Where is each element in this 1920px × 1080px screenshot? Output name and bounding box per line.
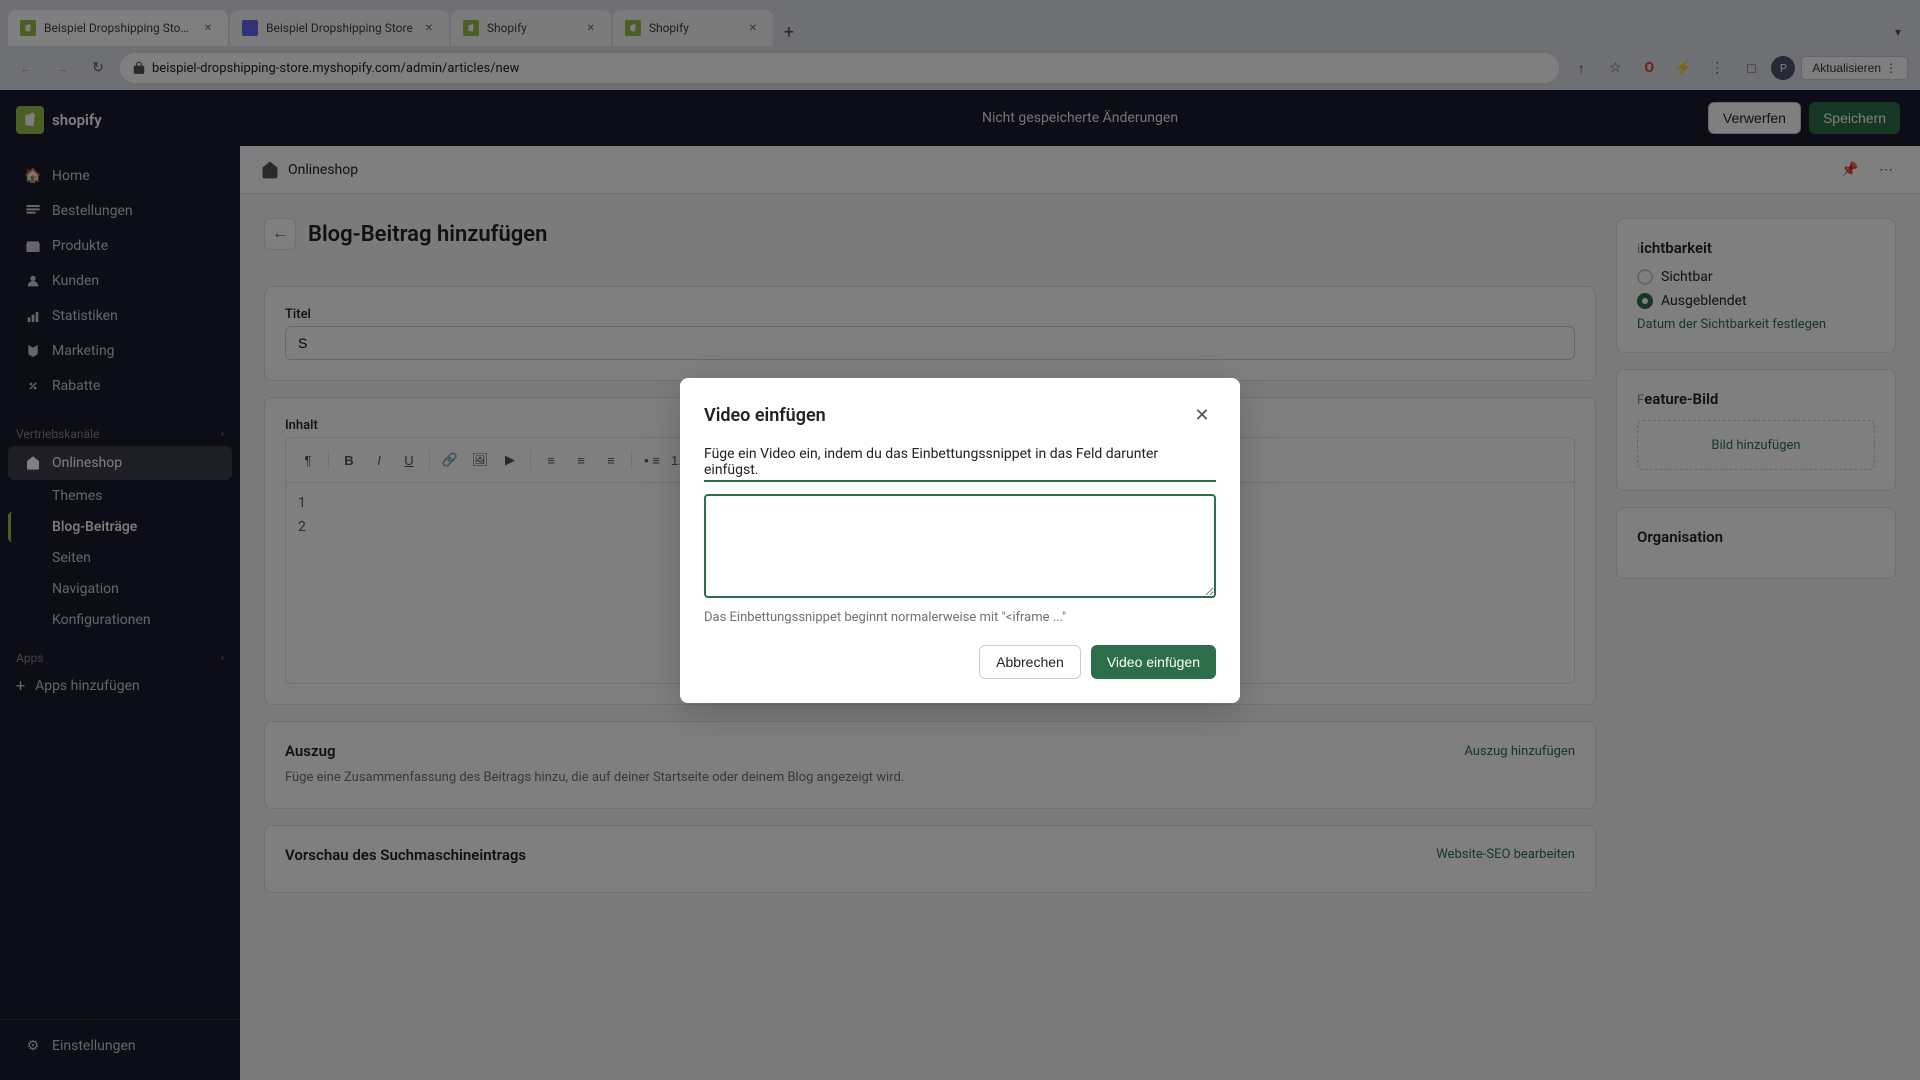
modal-close-button[interactable]: ✕ <box>1188 402 1216 430</box>
modal-insert-button[interactable]: Video einfügen <box>1091 645 1216 679</box>
modal-header: Video einfügen ✕ <box>704 402 1216 430</box>
modal-embed-textarea[interactable] <box>704 494 1216 598</box>
modal-cancel-button[interactable]: Abbrechen <box>979 645 1081 679</box>
modal-description: Füge ein Video ein, indem du das Einbett… <box>704 446 1216 482</box>
modal-title: Video einfügen <box>704 405 826 426</box>
modal-hint: Das Einbettungssnippet beginnt normalerw… <box>704 610 1216 625</box>
modal-overlay: Video einfügen ✕ Füge ein Video ein, ind… <box>0 0 1920 1080</box>
modal-actions: Abbrechen Video einfügen <box>704 645 1216 679</box>
video-insert-modal: Video einfügen ✕ Füge ein Video ein, ind… <box>680 378 1240 703</box>
